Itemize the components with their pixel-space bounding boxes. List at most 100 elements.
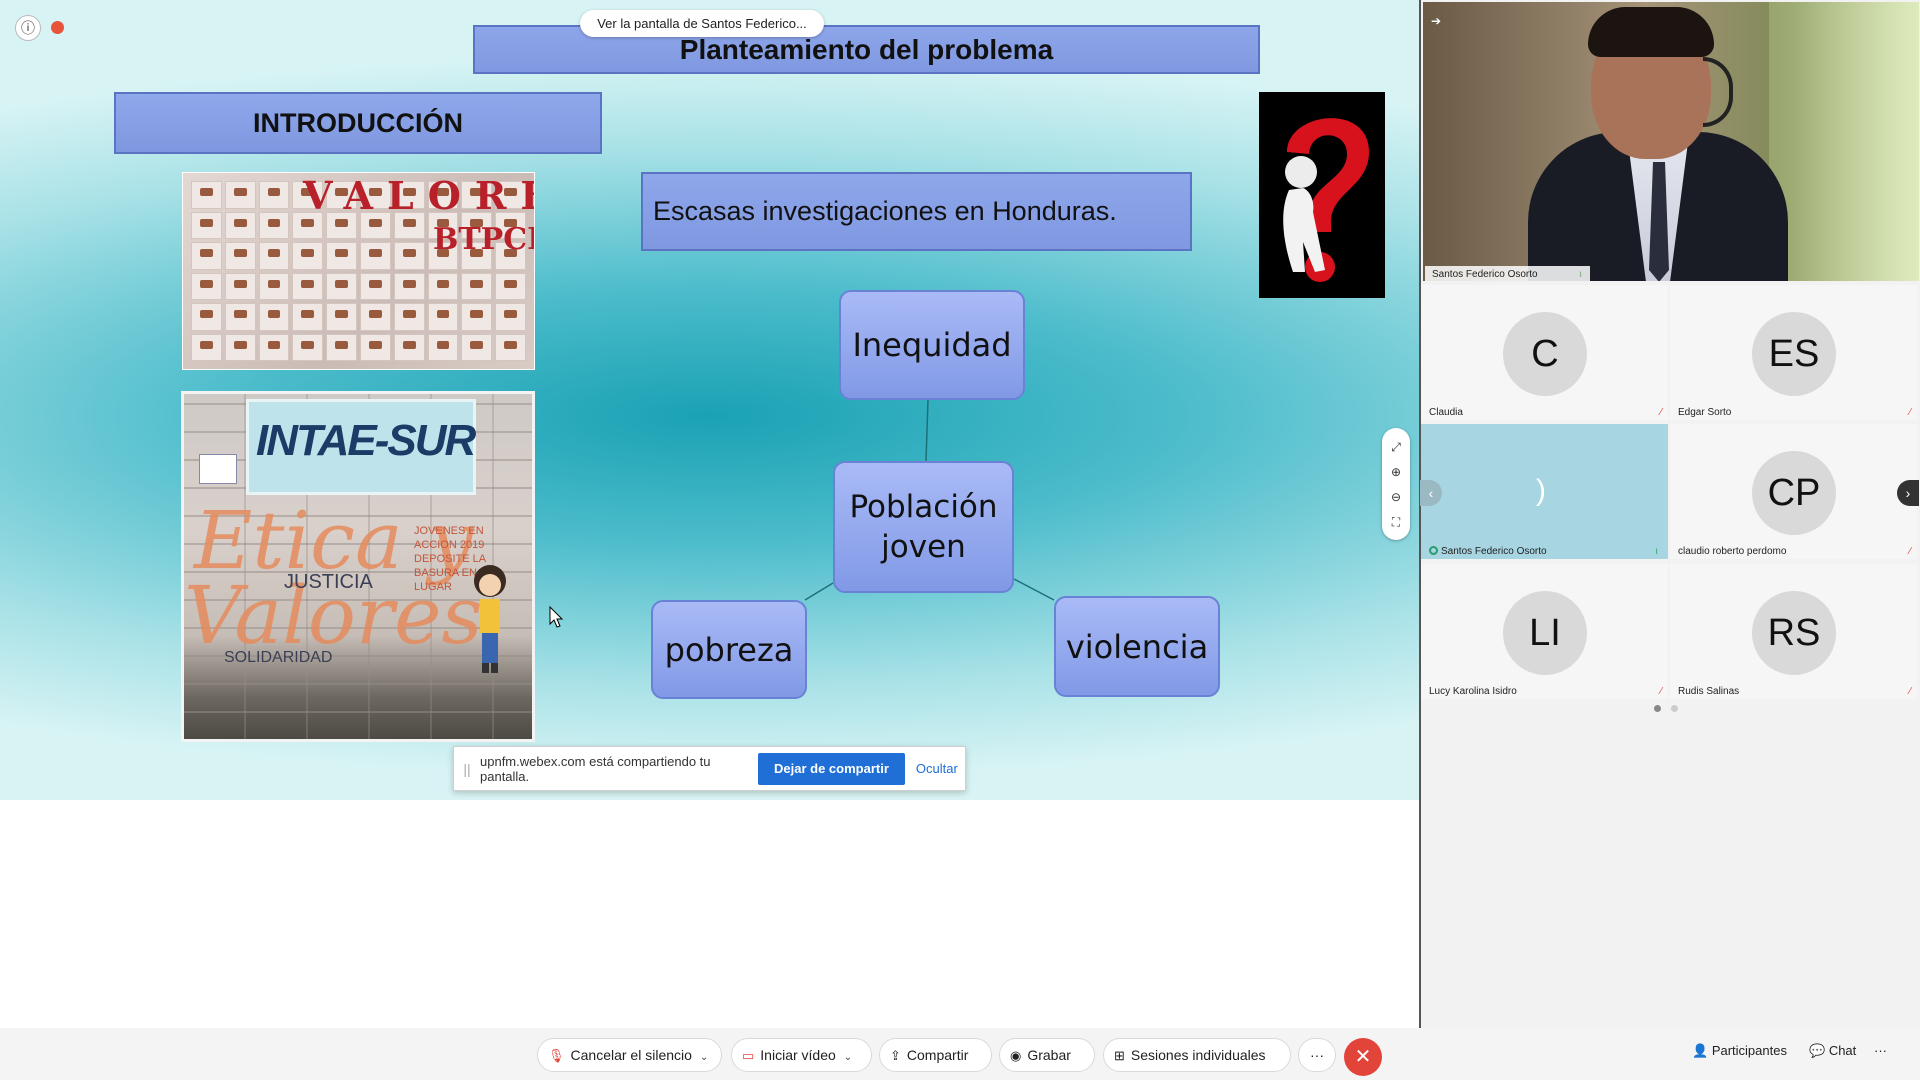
participant-name: Claudia: [1429, 407, 1463, 418]
participant-name: Edgar Sorto: [1678, 407, 1732, 418]
chat-label: Chat: [1828, 1043, 1857, 1058]
avatar: ES: [1752, 312, 1836, 396]
active-speaker-name-text: Santos Federico Osorto: [1432, 269, 1538, 280]
participant-tile[interactable]: ES Edgar Sorto ⁄: [1670, 285, 1917, 420]
intae-sign-text: INTAE-SUR: [256, 416, 476, 465]
video-off-icon: ▭: [742, 1048, 755, 1063]
avatar: C: [1503, 312, 1587, 396]
breakout-icon: ⊞: [1114, 1048, 1125, 1063]
more-right-button[interactable]: ···: [1874, 1043, 1887, 1058]
participant-tile[interactable]: CP claudio roberto perdomo ⁄: [1670, 424, 1917, 559]
more-options-button[interactable]: ···: [1298, 1038, 1336, 1072]
muted-mic-icon: ⁄: [1909, 686, 1911, 697]
node-pobreza-label: pobreza: [664, 630, 794, 669]
zoom-controls: ⤢ ⊕ ⊖ ⛶: [1382, 428, 1410, 540]
node-inequidad: Inequidad: [839, 290, 1025, 400]
next-page-arrow-icon[interactable]: ›: [1897, 480, 1919, 506]
wall-solidaridad-text: SOLIDARIDAD: [224, 649, 333, 666]
screen-sharing-bar: || upnfm.webex.com está compartiendo tu …: [453, 746, 966, 791]
signal-icon: ı: [1579, 269, 1582, 280]
unmute-label: Cancelar el silencio: [570, 1047, 692, 1063]
muted-mic-icon: ⁄: [1909, 407, 1911, 418]
participant-name: Lucy Karolina Isidro: [1429, 686, 1517, 697]
chat-icon: 💬: [1809, 1043, 1826, 1058]
node-violencia-label: violencia: [1065, 627, 1209, 666]
muted-mic-icon: ⁄: [1660, 686, 1662, 697]
video-curtain: [1769, 2, 1919, 281]
girl-drawing: [474, 565, 506, 673]
participants-label: Participantes: [1711, 1043, 1787, 1058]
node-poblacion-joven: Población joven: [833, 461, 1014, 593]
avatar: CP: [1752, 451, 1836, 535]
share-icon: ⇪: [890, 1048, 901, 1063]
page-indicator: [1654, 705, 1678, 712]
participant-name: Santos Federico Osorto: [1429, 546, 1547, 557]
hide-sharing-bar-link[interactable]: Ocultar: [916, 761, 958, 776]
avatar: LI: [1503, 591, 1587, 675]
participant-name: claudio roberto perdomo: [1678, 546, 1787, 557]
record-icon: ◉: [1010, 1048, 1022, 1063]
video-person-hair: [1588, 7, 1714, 57]
page-dot[interactable]: [1671, 705, 1678, 712]
sharing-message: upnfm.webex.com está compartiendo tu pan…: [480, 753, 711, 784]
end-meeting-button[interactable]: ✕: [1344, 1038, 1382, 1076]
webex-meeting-window: Planteamiento del problema INTRODUCCIÓN …: [0, 0, 1920, 1080]
question-mark-image: [1259, 92, 1385, 298]
problem-statement-box: Escasas investigaciones en Honduras.: [641, 172, 1192, 251]
breakout-sessions-button[interactable]: ⊞ Sesiones individuales: [1103, 1038, 1291, 1072]
participant-tile-active[interactable]: ) Santos Federico Osorto ı: [1421, 424, 1668, 559]
signal-icon: ı: [1655, 546, 1658, 557]
participant-tile[interactable]: C Claudia ⁄: [1421, 285, 1668, 420]
wall-justicia-text: JUSTICIA: [284, 571, 373, 593]
photo-btp-text: BTPCF5: [433, 222, 534, 257]
chevron-down-icon[interactable]: ⌄: [700, 1052, 708, 1063]
share-label: Compartir: [906, 1047, 969, 1063]
record-button[interactable]: ◉ Grabar: [999, 1038, 1095, 1072]
zoom-in-icon[interactable]: ⊕: [1391, 465, 1401, 479]
breakout-label: Sesiones individuales: [1130, 1047, 1266, 1063]
zoom-out-icon[interactable]: ⊖: [1391, 490, 1401, 504]
participant-tile[interactable]: RS Rudis Salinas ⁄: [1670, 564, 1917, 699]
school-logo: [199, 454, 237, 484]
question-mark-icon: [1283, 118, 1369, 282]
participants-button[interactable]: 👤 Participantes: [1692, 1043, 1787, 1059]
chevron-down-icon[interactable]: ⌄: [844, 1052, 852, 1063]
avatar: RS: [1752, 591, 1836, 675]
node-violencia: violencia: [1054, 596, 1220, 697]
slide-intro-heading: INTRODUCCIÓN: [114, 92, 602, 154]
info-icon[interactable]: ⓘ: [15, 15, 41, 41]
muted-mic-icon: ⁄: [1660, 407, 1662, 418]
participant-tile[interactable]: LI Lucy Karolina Isidro ⁄: [1421, 564, 1668, 699]
start-video-label: Iniciar vídeo: [760, 1047, 836, 1063]
muted-mic-icon: 🎙: [548, 1048, 565, 1063]
intae-sur-photo: INTAE-SUR Etica y Valores JUSTICIA SOLID…: [181, 391, 535, 742]
viewing-screen-pill[interactable]: Ver la pantalla de Santos Federico...: [580, 10, 824, 37]
active-speaker-name: Santos Federico Osorto ı: [1425, 266, 1590, 281]
drag-handle-icon[interactable]: ||: [460, 761, 474, 777]
collapse-arrow-icon[interactable]: ➔: [1431, 14, 1441, 28]
active-status-icon: [1429, 546, 1438, 555]
fullscreen-icon[interactable]: ⤢: [1391, 440, 1401, 454]
page-dot-active[interactable]: [1654, 705, 1661, 712]
participant-name-text: Santos Federico Osorto: [1441, 546, 1547, 557]
muted-mic-icon: ⁄: [1909, 546, 1911, 557]
record-label: Grabar: [1027, 1047, 1071, 1063]
unmute-button[interactable]: 🎙 Cancelar el silencio ⌄: [537, 1038, 722, 1072]
photo-valores-word: VALORES: [303, 173, 534, 218]
valores-photo: VALORES BTPCF5: [182, 172, 535, 370]
node-inequidad-label: Inequidad: [852, 326, 1012, 364]
chat-button[interactable]: 💬 Chat: [1809, 1043, 1856, 1059]
speaking-indicator-icon: ): [1536, 474, 1546, 507]
person-icon: 👤: [1692, 1043, 1709, 1058]
shared-screen: Planteamiento del problema INTRODUCCIÓN …: [0, 0, 1419, 800]
active-speaker-video: ➔ Santos Federico Osorto ı: [1423, 2, 1919, 281]
share-button[interactable]: ⇪ Compartir: [879, 1038, 992, 1072]
recording-indicator-icon: [51, 21, 64, 34]
headset-icon: [1703, 57, 1733, 127]
start-video-button[interactable]: ▭ Iniciar vídeo ⌄: [731, 1038, 872, 1072]
node-pobreza: pobreza: [651, 600, 807, 699]
node-poblacion-line1: Población: [849, 489, 998, 525]
mouse-cursor-icon: [549, 606, 564, 628]
stop-sharing-button[interactable]: Dejar de compartir: [758, 752, 905, 785]
fit-screen-icon[interactable]: ⛶: [1392, 515, 1400, 529]
